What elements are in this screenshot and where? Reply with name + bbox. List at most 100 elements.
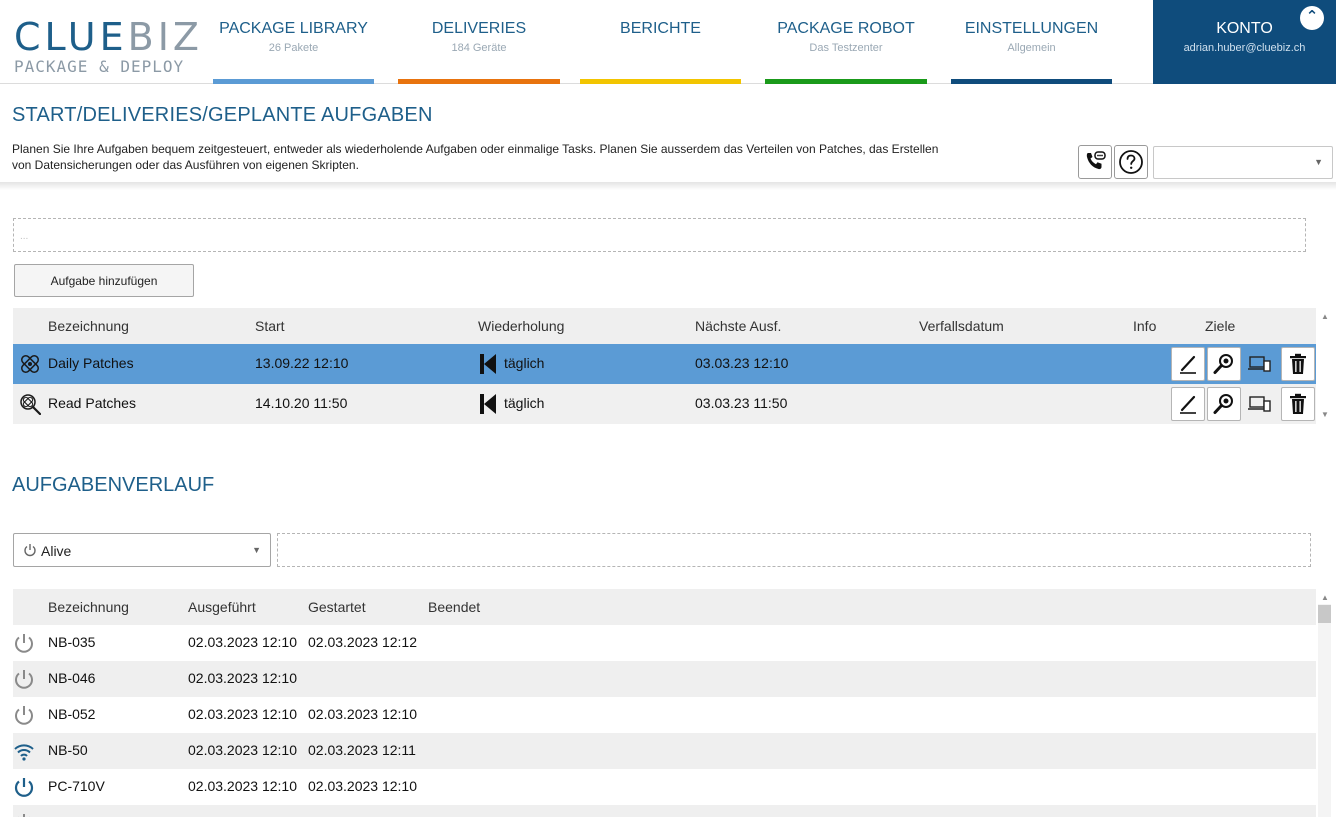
history-executed: 02.03.2023 12:10 xyxy=(188,670,297,686)
patch-bandage-icon xyxy=(21,355,39,373)
breadcrumb: START/DELIVERIES/GEPLANTE AUFGABEN xyxy=(12,104,433,126)
history-scrollbar-track[interactable] xyxy=(1318,604,1331,817)
history-device-name: NB-035 xyxy=(48,634,96,650)
task-next-run: 03.03.23 12:10 xyxy=(695,355,789,371)
task-filter-input[interactable]: ... xyxy=(13,218,1306,252)
help-button[interactable] xyxy=(1114,145,1148,179)
task-repeat: täglich xyxy=(504,395,545,411)
history-device-name: NB-046 xyxy=(48,670,96,686)
search-targets-button[interactable] xyxy=(1207,387,1241,421)
top-header: CLUEBIZ PACKAGE & DEPLOY PACKAGE LIBRARY… xyxy=(0,0,1336,84)
pencil-icon xyxy=(1180,395,1196,414)
column-header-verfallsdatum[interactable]: Verfallsdatum xyxy=(919,318,1004,334)
nav-tab-subtitle: Allgemein xyxy=(1007,42,1056,54)
trash-icon xyxy=(1290,353,1306,374)
search-targets-button[interactable] xyxy=(1207,347,1241,381)
patch-search-icon xyxy=(20,394,41,415)
task-table-scroll-up[interactable]: ▲ xyxy=(1319,312,1331,322)
nav-tab-color-bar xyxy=(398,79,560,84)
power-off-icon xyxy=(15,670,33,689)
task-next-run: 03.03.23 11:50 xyxy=(695,395,788,411)
magnifier-icon xyxy=(1213,354,1233,374)
column-header-bezeichnung[interactable]: Bezeichnung xyxy=(48,599,129,615)
nav-tab-color-bar xyxy=(580,79,741,84)
history-table-header: Bezeichnung Ausgeführt Gestartet Beendet xyxy=(13,589,1316,625)
column-header-ziele[interactable]: Ziele xyxy=(1205,318,1235,334)
account-email: adrian.huber@cluebiz.ch xyxy=(1183,42,1306,54)
app-window: CLUEBIZ PACKAGE & DEPLOY PACKAGE LIBRARY… xyxy=(0,0,1336,817)
nav-tab-color-bar xyxy=(951,79,1112,84)
history-device-name: PC-710V xyxy=(48,778,105,794)
nav-tab-einstellungen[interactable]: EINSTELLUNGEN Allgemein xyxy=(951,0,1112,84)
nav-tab-subtitle: 184 Geräte xyxy=(451,42,507,54)
task-row[interactable]: Daily Patches 13.09.22 12:10 täglich 03.… xyxy=(13,344,1316,384)
status-filter-select[interactable]: Alive ▼ xyxy=(13,533,271,567)
edit-button[interactable] xyxy=(1171,347,1205,381)
column-header-wiederholung[interactable]: Wiederholung xyxy=(478,318,564,334)
history-filter-input[interactable] xyxy=(277,533,1311,567)
column-header-beendet[interactable]: Beendet xyxy=(428,599,480,615)
question-circle-icon xyxy=(1119,150,1143,174)
nav-tab-color-bar xyxy=(765,79,927,84)
history-row[interactable]: NB-035 02.03.2023 12:10 02.03.2023 12:12 xyxy=(13,625,1316,661)
devices-icon xyxy=(1248,356,1271,372)
history-section-title: AUFGABENVERLAUF xyxy=(12,474,215,496)
add-task-button[interactable]: Aufgabe hinzufügen xyxy=(14,264,194,297)
task-row[interactable]: Read Patches 14.10.20 11:50 täglich 03.0… xyxy=(13,384,1316,424)
nav-tab-color-bar xyxy=(213,79,374,84)
status-filter-value: Alive xyxy=(41,543,72,559)
logo-accent-text: BIZ xyxy=(127,15,203,59)
trash-icon xyxy=(1290,393,1306,414)
history-row[interactable] xyxy=(13,805,1316,817)
history-scrollbar-thumb[interactable] xyxy=(1318,605,1331,623)
support-call-button[interactable] xyxy=(1078,145,1112,179)
delete-button[interactable] xyxy=(1281,347,1315,381)
pencil-icon xyxy=(1180,355,1196,374)
nav-tab-subtitle: 26 Pakete xyxy=(268,42,319,54)
history-device-name: NB-50 xyxy=(48,742,88,758)
column-header-bezeichnung[interactable]: Bezeichnung xyxy=(48,318,129,334)
delete-button[interactable] xyxy=(1281,387,1315,421)
cluebiz-logo[interactable]: CLUEBIZ PACKAGE & DEPLOY xyxy=(14,18,199,78)
nav-tab-title: DELIVERIES xyxy=(431,20,527,37)
page-description: Planen Sie Ihre Aufgaben bequem zeitgest… xyxy=(12,142,939,172)
nav-tab-deliveries[interactable]: DELIVERIES 184 Geräte xyxy=(398,0,560,84)
nav-tab-berichte[interactable]: BERICHTE xyxy=(580,0,741,84)
double-chevron-up-icon[interactable]: ⌃ xyxy=(1300,6,1324,30)
column-header-info[interactable]: Info xyxy=(1133,318,1156,334)
task-table-scroll-down[interactable]: ▼ xyxy=(1319,410,1331,420)
power-off-icon xyxy=(15,634,33,653)
context-select[interactable]: ▼ xyxy=(1153,146,1333,179)
column-header-naechste-ausf[interactable]: Nächste Ausf. xyxy=(695,318,781,334)
target-devices-button[interactable] xyxy=(1243,347,1277,381)
nav-tab-package-robot[interactable]: PACKAGE ROBOT Das Testzenter xyxy=(765,0,927,84)
task-name: Read Patches xyxy=(48,395,136,411)
history-executed: 02.03.2023 12:10 xyxy=(188,742,297,758)
logo-tagline: PACKAGE & DEPLOY xyxy=(14,57,185,76)
repeat-skip-icon xyxy=(480,394,496,414)
target-devices-button[interactable] xyxy=(1243,387,1277,421)
nav-tab-subtitle: Das Testzenter xyxy=(809,42,883,54)
history-row[interactable]: NB-046 02.03.2023 12:10 xyxy=(13,661,1316,697)
history-row[interactable]: PC-710V 02.03.2023 12:10 02.03.2023 12:1… xyxy=(13,769,1316,805)
nav-tab-package-library[interactable]: PACKAGE LIBRARY 26 Pakete xyxy=(213,0,374,84)
history-scroll-up[interactable]: ▲ xyxy=(1319,593,1331,603)
edit-button[interactable] xyxy=(1171,387,1205,421)
phone-chat-icon xyxy=(1086,151,1106,170)
column-header-gestartet[interactable]: Gestartet xyxy=(308,599,366,615)
history-started: 02.03.2023 12:11 xyxy=(308,742,416,758)
history-executed: 02.03.2023 12:10 xyxy=(188,634,297,650)
history-started: 02.03.2023 12:10 xyxy=(308,706,417,722)
history-executed: 02.03.2023 12:10 xyxy=(188,778,297,794)
power-off-icon xyxy=(18,814,30,817)
task-repeat: täglich xyxy=(504,355,545,371)
chevron-down-icon: ▼ xyxy=(252,545,261,555)
column-header-ausgefuehrt[interactable]: Ausgeführt xyxy=(188,599,256,615)
history-row[interactable]: NB-50 02.03.2023 12:10 02.03.2023 12:11 xyxy=(13,733,1316,769)
account-menu[interactable]: KONTO adrian.huber@cluebiz.ch ⌃ xyxy=(1153,0,1336,84)
chevron-down-icon: ▼ xyxy=(1314,157,1323,167)
history-started: 02.03.2023 12:12 xyxy=(308,634,417,650)
history-row[interactable]: NB-052 02.03.2023 12:10 02.03.2023 12:10 xyxy=(13,697,1316,733)
magnifier-icon xyxy=(1213,394,1233,414)
column-header-start[interactable]: Start xyxy=(255,318,285,334)
